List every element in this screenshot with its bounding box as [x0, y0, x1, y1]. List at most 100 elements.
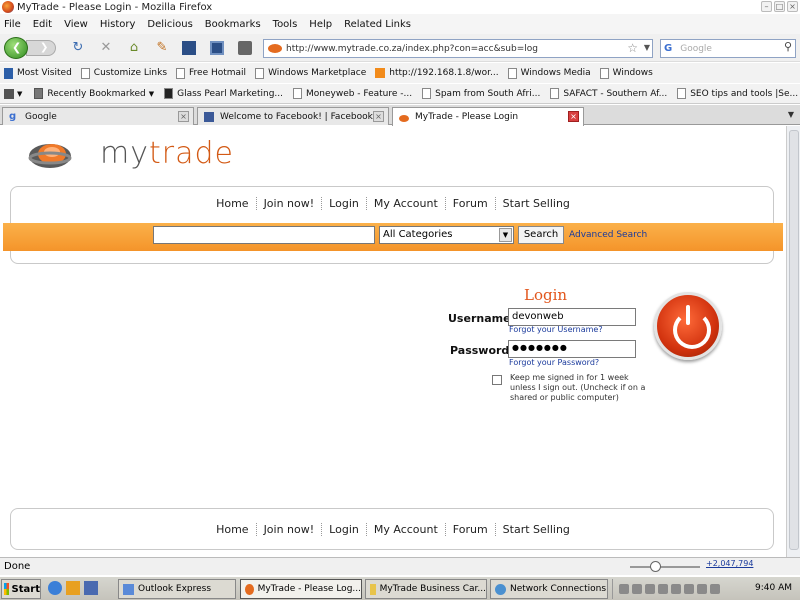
task-network-connections[interactable]: Network Connections: [490, 579, 608, 599]
footer-start-selling[interactable]: Start Selling: [496, 523, 577, 536]
grid-icon[interactable]: ▼: [4, 88, 22, 99]
nav-home[interactable]: Home: [209, 197, 257, 210]
bookmark-tool-icon[interactable]: ✎: [154, 40, 170, 56]
home-icon[interactable]: ⌂: [126, 40, 142, 56]
status-counter[interactable]: +2,047,794: [706, 559, 753, 568]
tab-close-icon[interactable]: ×: [373, 111, 384, 122]
star-icon[interactable]: ☆: [627, 41, 638, 55]
menu-bookmarks[interactable]: Bookmarks: [205, 19, 261, 30]
forgot-username-link[interactable]: Forgot your Username?: [509, 325, 603, 334]
bookmark-item[interactable]: SAFACT - Southern Af...: [550, 88, 667, 99]
tab-google[interactable]: g Google ×: [2, 107, 194, 125]
address-url[interactable]: http://www.mytrade.co.za/index.php?con=a…: [286, 44, 538, 54]
task-mytrade-business[interactable]: MyTrade Business Car...: [365, 579, 487, 599]
nav-join[interactable]: Join now!: [257, 197, 323, 210]
desktop-icon[interactable]: [84, 581, 98, 595]
tray-icon[interactable]: [671, 584, 681, 594]
tray-icon[interactable]: [632, 584, 642, 594]
menu-edit[interactable]: Edit: [33, 19, 52, 30]
menu-file[interactable]: File: [4, 19, 21, 30]
bookmark-item[interactable]: Recently Bookmarked ▼: [34, 88, 154, 99]
bookmark-item[interactable]: Glass Pearl Marketing...: [164, 88, 283, 99]
category-select[interactable]: All Categories ▼: [379, 226, 514, 244]
tab-close-icon[interactable]: ×: [568, 111, 579, 122]
task-mytrade-login[interactable]: MyTrade - Please Log...: [240, 579, 362, 599]
bookmark-item[interactable]: Spam from South Afri...: [422, 88, 540, 99]
menu-view[interactable]: View: [64, 19, 88, 30]
window-title: MyTrade - Please Login - Mozilla Firefox: [17, 1, 213, 13]
footer-my-account[interactable]: My Account: [367, 523, 446, 536]
folder-icon: [34, 88, 44, 99]
footer-login[interactable]: Login: [322, 523, 367, 536]
site-search-input[interactable]: [153, 226, 375, 244]
nav-forum[interactable]: Forum: [446, 197, 496, 210]
bookmark-item[interactable]: Customize Links: [80, 67, 167, 79]
bookmark-item[interactable]: http://192.168.1.8/wor...: [375, 68, 499, 78]
tray-icon[interactable]: [710, 584, 720, 594]
password-field[interactable]: ●●●●●●●: [508, 340, 636, 358]
search-placeholder[interactable]: Google: [680, 44, 712, 54]
search-box[interactable]: G Google ⚲: [660, 39, 796, 58]
tray-icon[interactable]: [645, 584, 655, 594]
tray-icon[interactable]: [619, 584, 629, 594]
task-outlook-express[interactable]: Outlook Express: [118, 579, 236, 599]
footer-forum[interactable]: Forum: [446, 523, 496, 536]
tab-list-icon[interactable]: ▼: [784, 107, 798, 123]
tab-mytrade[interactable]: MyTrade - Please Login ×: [392, 107, 584, 126]
bookmark-item[interactable]: Most Visited: [4, 67, 72, 79]
footer-join[interactable]: Join now!: [257, 523, 323, 536]
bookmark-item[interactable]: Windows: [599, 67, 653, 79]
site-search-button[interactable]: Search: [518, 226, 564, 244]
address-bar[interactable]: http://www.mytrade.co.za/index.php?con=a…: [263, 39, 653, 58]
bookmark-item[interactable]: SEO tips and tools |Se...: [677, 88, 798, 99]
screen-icon[interactable]: [210, 41, 224, 55]
vertical-scrollbar[interactable]: [786, 126, 800, 557]
close-icon[interactable]: ×: [787, 1, 798, 12]
nav-start-selling[interactable]: Start Selling: [496, 197, 577, 210]
tab-facebook[interactable]: Welcome to Facebook! | Facebook ×: [197, 107, 389, 125]
minimize-icon[interactable]: –: [761, 1, 772, 12]
media-player-icon[interactable]: [66, 581, 80, 595]
stop-icon[interactable]: ✕: [98, 40, 114, 56]
bookmark-item[interactable]: Free Hotmail: [176, 67, 246, 79]
menu-help[interactable]: Help: [309, 19, 332, 30]
username-field[interactable]: devonweb: [508, 308, 636, 326]
bookmark-item[interactable]: Moneyweb - Feature -...: [293, 88, 412, 99]
clock[interactable]: 9:40 AM: [755, 583, 792, 593]
mytrade-logo[interactable]: mytrade: [28, 136, 258, 176]
tray-icon[interactable]: [697, 584, 707, 594]
dropdown-arrow-icon[interactable]: ▼: [644, 43, 650, 52]
tag-icon[interactable]: [238, 41, 252, 55]
power-login-icon[interactable]: [654, 292, 722, 360]
footer-home[interactable]: Home: [209, 523, 257, 536]
page-icon: [599, 67, 609, 79]
menu-related-links[interactable]: Related Links: [344, 19, 411, 30]
maximize-icon[interactable]: □: [774, 1, 785, 12]
ie-icon[interactable]: [48, 581, 62, 595]
back-button[interactable]: [4, 37, 28, 59]
tray-icon[interactable]: [684, 584, 694, 594]
menu-tools[interactable]: Tools: [273, 19, 298, 30]
nav-login[interactable]: Login: [322, 197, 367, 210]
forward-button[interactable]: [26, 40, 56, 56]
keep-signed-in-checkbox[interactable]: [492, 375, 502, 385]
status-bar: Done +2,047,794: [0, 557, 800, 575]
menu-delicious[interactable]: Delicious: [147, 19, 192, 30]
search-icon[interactable]: ⚲: [784, 40, 792, 53]
reload-icon[interactable]: ↻: [70, 40, 86, 56]
advanced-search-link[interactable]: Advanced Search: [569, 230, 647, 240]
firefox-icon: [2, 1, 14, 13]
page-icon: [176, 67, 186, 79]
delicious-icon[interactable]: [182, 41, 196, 55]
start-button[interactable]: Start: [1, 579, 41, 599]
google-icon[interactable]: G: [664, 43, 672, 54]
forgot-password-link[interactable]: Forgot your Password?: [509, 358, 599, 367]
nav-my-account[interactable]: My Account: [367, 197, 446, 210]
bookmark-item[interactable]: Windows Marketplace: [255, 67, 366, 79]
tray-icon[interactable]: [658, 584, 668, 594]
tab-close-icon[interactable]: ×: [178, 111, 189, 122]
site-nav: Home Join now! Login My Account Forum St…: [11, 197, 775, 210]
menu-history[interactable]: History: [100, 19, 136, 30]
chevron-down-icon[interactable]: ▼: [499, 228, 512, 242]
bookmark-item[interactable]: Windows Media: [507, 67, 591, 79]
